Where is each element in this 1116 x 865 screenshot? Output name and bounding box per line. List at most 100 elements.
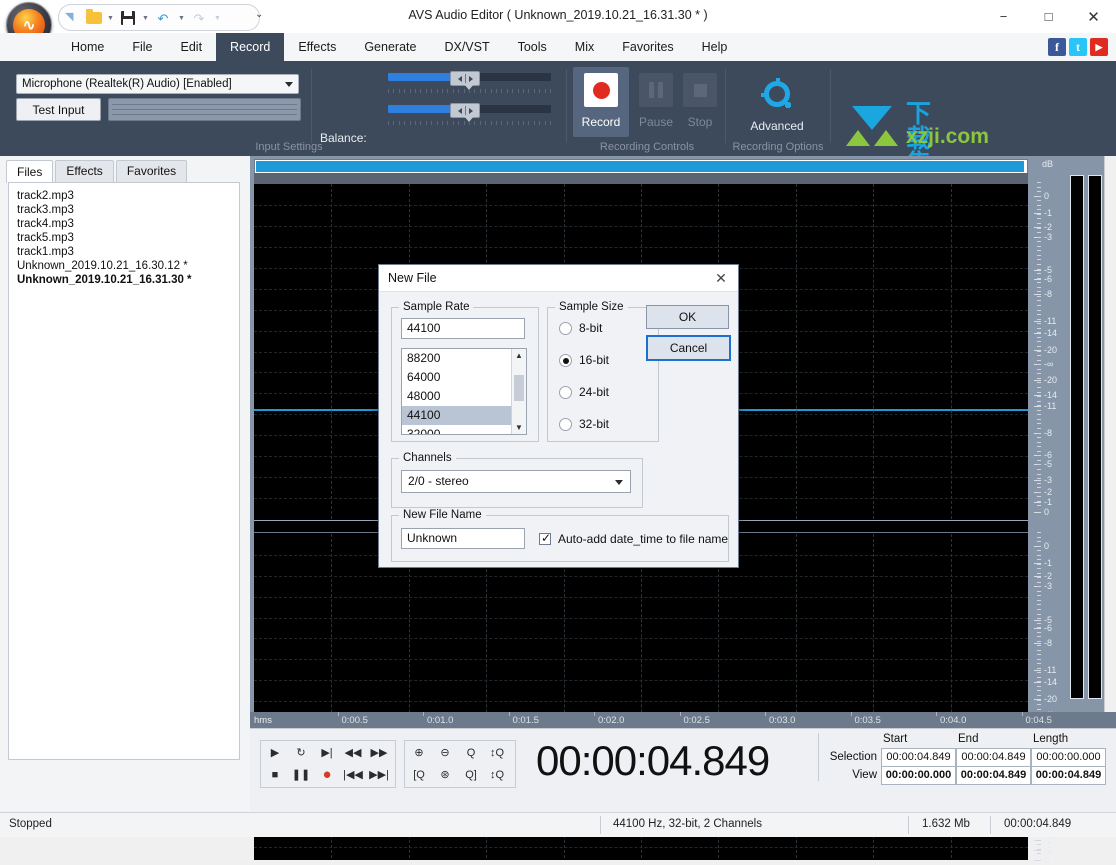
tab-effects[interactable]: Effects [55,160,113,182]
db-tick-label: -14 [1044,391,1057,399]
list-item[interactable]: track4.mp3 [13,217,239,231]
menu-item-tools[interactable]: Tools [504,33,561,61]
go-to-end-button[interactable]: ▶▶| [366,764,392,785]
zoom-out-button[interactable]: ⊖ [432,742,458,763]
menu-item-favorites[interactable]: Favorites [608,33,687,61]
list-item[interactable]: track3.mp3 [13,203,239,217]
twitter-icon[interactable]: t [1069,38,1087,56]
list-item[interactable]: Unknown_2019.10.21_16.31.30 * [13,273,239,287]
input-device-select[interactable]: Microphone (Realtek(R) Audio) [Enabled] [16,74,299,94]
list-item[interactable]: track2.mp3 [13,189,239,203]
test-input-button[interactable]: Test Input [16,98,101,121]
db-minor-tick [1037,314,1041,315]
selection-start-field[interactable]: 00:00:04.849 [881,748,956,767]
zoom-selection-button[interactable]: ⊛ [432,764,458,785]
vertical-scrollbar[interactable] [1104,156,1116,712]
menu-item-file[interactable]: File [118,33,166,61]
menu-item-generate[interactable]: Generate [350,33,430,61]
close-button[interactable]: ✕ [1071,0,1116,33]
loop-button[interactable]: ↻ [288,742,314,763]
sample-rate-list-scrollbar[interactable]: ▲ ▼ [511,349,526,434]
menu-item-edit[interactable]: Edit [167,33,217,61]
zoom-full-vertical-button[interactable]: ↕Q [484,764,510,785]
scroll-down-icon[interactable]: ▼ [512,421,526,434]
tick-mark [474,121,475,125]
tab-files[interactable]: Files [6,160,53,183]
view-end-field[interactable]: 00:00:04.849 [956,766,1031,785]
menu-item-record[interactable]: Record [216,33,284,61]
zoom-selection-start-button[interactable]: [Q [406,764,432,785]
cancel-button[interactable]: Cancel [646,335,731,361]
sample-rate-option[interactable]: 32000 [402,425,526,435]
sample-size-radio-16-bit[interactable] [559,354,572,367]
view-length-field[interactable]: 00:00:04.849 [1031,766,1106,785]
db-minor-tick [1037,573,1041,574]
timeline-tick-mark [680,712,681,716]
menu-item-dx-vst[interactable]: DX/VST [430,33,503,61]
list-item[interactable]: Unknown_2019.10.21_16.30.12 * [13,259,239,273]
horizontal-scrollbar[interactable] [254,159,1028,174]
selection-length-field[interactable]: 00:00:00.000 [1031,748,1106,767]
menu-item-effects[interactable]: Effects [284,33,350,61]
file-list[interactable]: track2.mp3track3.mp3track4.mp3track5.mp3… [8,182,240,760]
zoom-100-button[interactable]: Q [458,742,484,763]
sample-size-radio-24-bit[interactable] [559,386,572,399]
sample-size-radio-32-bit[interactable] [559,418,572,431]
sample-rate-option[interactable]: 88200 [402,349,526,368]
pause-button[interactable]: ❚❚ [288,764,314,785]
scroll-up-icon[interactable]: ▲ [512,349,526,362]
record-button[interactable]: Record [573,67,629,137]
record-button[interactable]: ● [314,764,340,785]
sample-rate-option[interactable]: 48000 [402,387,526,406]
db-minor-tick [1037,586,1041,587]
maximize-button[interactable]: □ [1026,0,1071,33]
zoom-in-button[interactable]: ⊕ [406,742,432,763]
play-to-end-button[interactable]: ▶| [314,742,340,763]
youtube-icon[interactable]: ▶ [1090,38,1108,56]
sample-rate-list[interactable]: 8820064000480004410032000 ▲ ▼ [401,348,527,435]
rewind-button[interactable]: ◀◀ [340,742,366,763]
tick-mark [518,89,519,93]
play-button[interactable]: ▶ [262,742,288,763]
timeline-tick-mark [851,712,852,716]
sample-rate-option[interactable]: 44100 [402,406,526,425]
db-minor-tick [1037,505,1041,506]
zoom-selection-end-button[interactable]: Q] [458,764,484,785]
zoom-fit-vertical-button[interactable]: ↕Q [484,742,510,763]
ok-button[interactable]: OK [646,305,729,329]
db-minor-tick [1037,591,1041,592]
advanced-button[interactable]: Advanced [742,67,812,137]
channels-select[interactable]: 2/0 - stereo [401,470,631,493]
close-icon[interactable]: ✕ [710,268,732,288]
minimize-button[interactable]: − [981,0,1026,33]
db-minor-tick [1037,690,1041,691]
sample-rate-option[interactable]: 64000 [402,368,526,387]
fast-forward-button[interactable]: ▶▶ [366,742,392,763]
selection-end-field[interactable]: 00:00:04.849 [956,748,1031,767]
timeline-tick-mark [1022,712,1023,716]
auto-add-datetime-checkbox[interactable] [539,533,551,545]
view-start-field[interactable]: 00:00:00.000 [881,766,956,785]
new-file-name-input[interactable]: Unknown [401,528,525,549]
horizontal-scrollbar-thumb[interactable] [256,161,1024,172]
scrollbar-thumb[interactable] [514,375,524,401]
stop-button[interactable]: ■ [262,764,288,785]
menu-item-help[interactable]: Help [688,33,742,61]
menu-item-home[interactable]: Home [57,33,118,61]
db-minor-tick [1037,278,1041,279]
menu-item-mix[interactable]: Mix [561,33,608,61]
db-tick-label: -1 [1044,498,1052,506]
db-minor-tick [1037,455,1041,456]
list-item[interactable]: track5.mp3 [13,231,239,245]
db-tick-label: -8 [1044,639,1052,647]
sample-rate-input[interactable]: 44100 [401,318,525,339]
window-title: AVS Audio Editor ( Unknown_2019.10.21_16… [0,8,1116,22]
list-item[interactable]: track1.mp3 [13,245,239,259]
tick-mark [496,89,497,93]
db-minor-tick [1037,182,1041,183]
timeline-ruler[interactable]: hms 0:00.50:01.00:01.50:02.00:02.50:03.0… [250,712,1116,728]
facebook-icon[interactable]: f [1048,38,1066,56]
go-to-start-button[interactable]: |◀◀ [340,764,366,785]
sample-size-radio-8-bit[interactable] [559,322,572,335]
tab-favorites[interactable]: Favorites [116,160,187,182]
